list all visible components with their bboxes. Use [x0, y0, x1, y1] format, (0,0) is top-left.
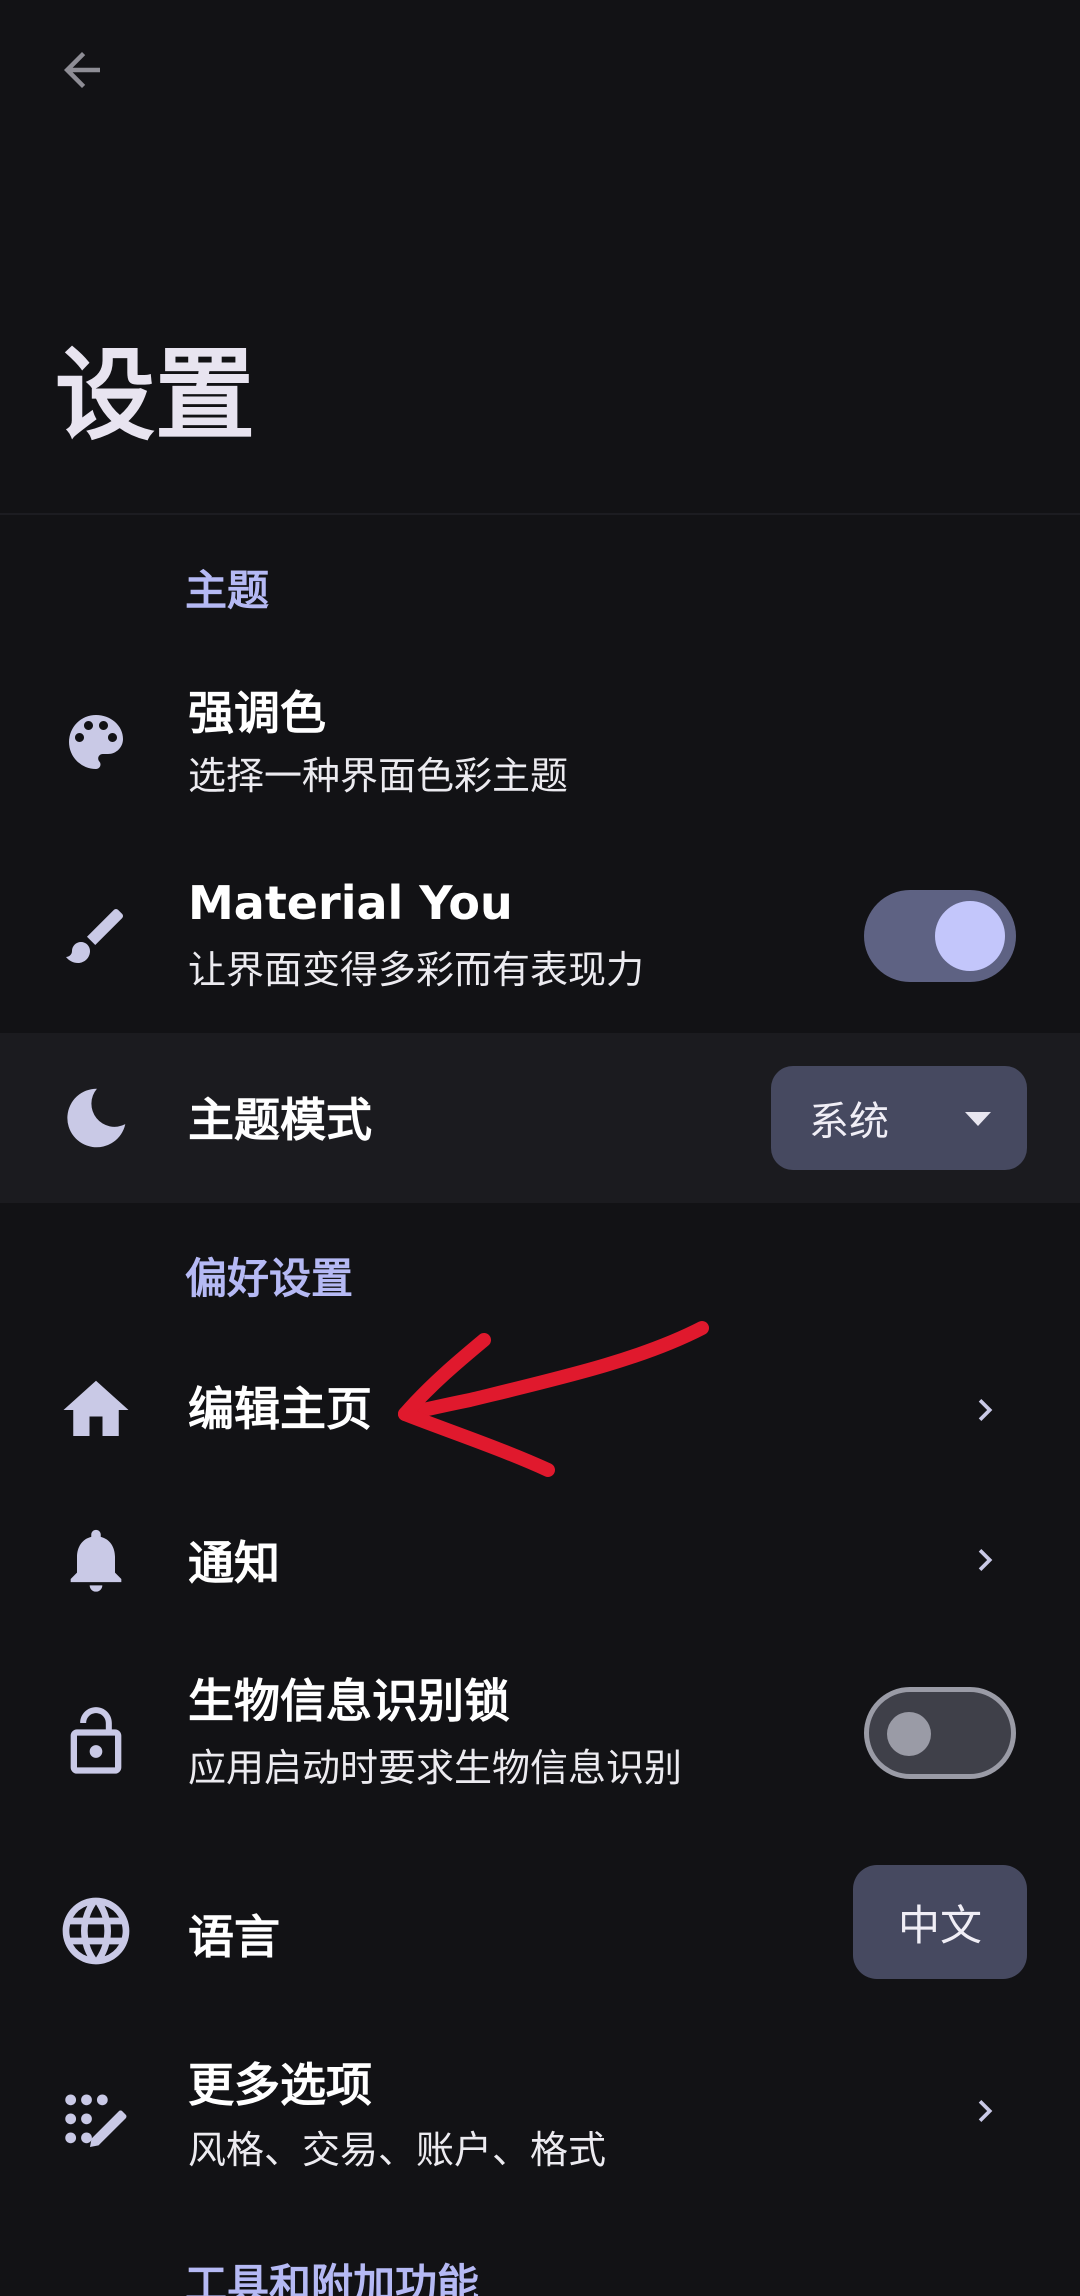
dropdown-value: 系统 [809, 1099, 889, 1145]
lock-icon [56, 1702, 136, 1782]
setting-subtitle: 让界面变得多彩而有表现力 [188, 948, 645, 992]
palette-icon [56, 702, 136, 782]
home-icon [56, 1370, 136, 1450]
setting-title: 更多选项 [188, 2058, 372, 2112]
setting-title: 生物信息识别锁 [188, 1674, 510, 1728]
theme-mode-dropdown[interactable]: 系统 [771, 1066, 1027, 1170]
language-button[interactable]: 中文 [853, 1865, 1027, 1979]
chevron-right-icon [960, 2086, 1010, 2136]
setting-title: 强调色 [188, 686, 326, 740]
setting-more-options[interactable]: 更多选项 风格、交易、账户、格式 [0, 2040, 1080, 2200]
back-button[interactable] [50, 38, 114, 102]
setting-title: 语言 [188, 1910, 280, 1964]
page-title: 设置 [55, 337, 255, 454]
setting-title: 通知 [188, 1536, 280, 1590]
setting-language[interactable]: 语言 中文 [0, 1855, 1080, 2005]
caret-down-icon [965, 1112, 991, 1126]
toggle-knob [887, 1712, 931, 1756]
toggle-knob [935, 901, 1005, 971]
setting-subtitle: 风格、交易、账户、格式 [188, 2128, 607, 2172]
brush-icon [56, 896, 136, 976]
setting-title: 主题模式 [188, 1093, 372, 1147]
magic-wand-icon [56, 2082, 136, 2162]
setting-title: 编辑主页 [188, 1382, 372, 1436]
arrow-left-icon [64, 52, 100, 88]
section-header-preferences: 偏好设置 [185, 1254, 354, 1303]
moon-icon [56, 1078, 136, 1158]
setting-biometric-lock[interactable]: 生物信息识别锁 应用启动时要求生物信息识别 [0, 1660, 1080, 1820]
setting-accent-color[interactable]: 强调色 选择一种界面色彩主题 [0, 660, 1080, 820]
chevron-right-icon [960, 1385, 1010, 1435]
section-header-theme: 主题 [185, 566, 270, 615]
setting-theme-mode[interactable]: 主题模式 系统 [0, 1033, 1080, 1203]
setting-material-you[interactable]: Material You 让界面变得多彩而有表现力 [0, 860, 1080, 1020]
bell-icon [56, 1520, 136, 1600]
setting-edit-home[interactable]: 编辑主页 [0, 1340, 1080, 1480]
setting-notifications[interactable]: 通知 [0, 1490, 1080, 1630]
setting-title: Material You [188, 876, 513, 930]
chevron-right-icon [960, 1535, 1010, 1585]
material-you-toggle[interactable] [864, 890, 1016, 982]
globe-icon [56, 1891, 136, 1971]
section-header-tools: 工具和附加功能 [185, 2260, 480, 2296]
biometric-lock-toggle[interactable] [864, 1687, 1016, 1779]
setting-subtitle: 应用启动时要求生物信息识别 [188, 1746, 683, 1790]
header-divider [0, 513, 1080, 515]
setting-subtitle: 选择一种界面色彩主题 [188, 754, 569, 798]
